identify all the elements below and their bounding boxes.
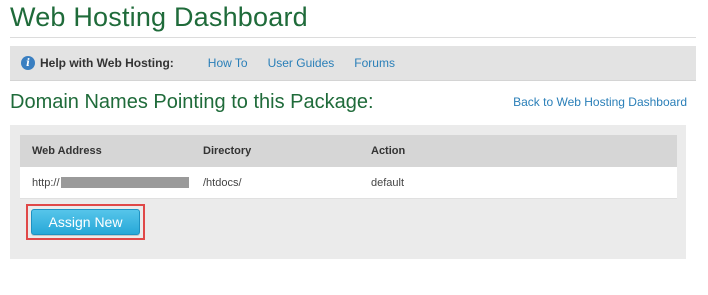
section-title: Domain Names Pointing to this Package: xyxy=(10,91,374,113)
page-title: Web Hosting Dashboard xyxy=(10,2,308,32)
help-link-forums[interactable]: Forums xyxy=(354,56,395,70)
redacted-domain xyxy=(60,177,189,188)
domains-panel: Web Address Directory Action http:// /ht… xyxy=(10,125,686,259)
header-directory: Directory xyxy=(203,145,252,157)
table-row: http:// /htdocs/ default xyxy=(20,167,677,199)
web-address-prefix: http:// xyxy=(32,176,60,189)
assign-new-highlight: Assign New xyxy=(26,204,145,240)
info-icon: i xyxy=(21,56,35,70)
cell-web-address: http:// xyxy=(20,177,191,189)
help-bar: i Help with Web Hosting: How To User Gui… xyxy=(10,46,696,81)
domains-table: Web Address Directory Action http:// /ht… xyxy=(20,135,677,199)
back-to-dashboard-link[interactable]: Back to Web Hosting Dashboard xyxy=(513,95,687,109)
assign-new-button[interactable]: Assign New xyxy=(31,209,140,235)
cell-directory: /htdocs/ xyxy=(203,176,242,189)
help-link-how-to[interactable]: How To xyxy=(208,56,248,70)
title-divider xyxy=(10,37,696,38)
header-action: Action xyxy=(371,145,406,157)
table-header: Web Address Directory Action xyxy=(20,135,677,167)
header-web-address: Web Address xyxy=(32,145,102,157)
cell-action: default xyxy=(371,176,405,189)
help-label: Help with Web Hosting: xyxy=(40,56,174,70)
help-link-user-guides[interactable]: User Guides xyxy=(268,56,335,70)
